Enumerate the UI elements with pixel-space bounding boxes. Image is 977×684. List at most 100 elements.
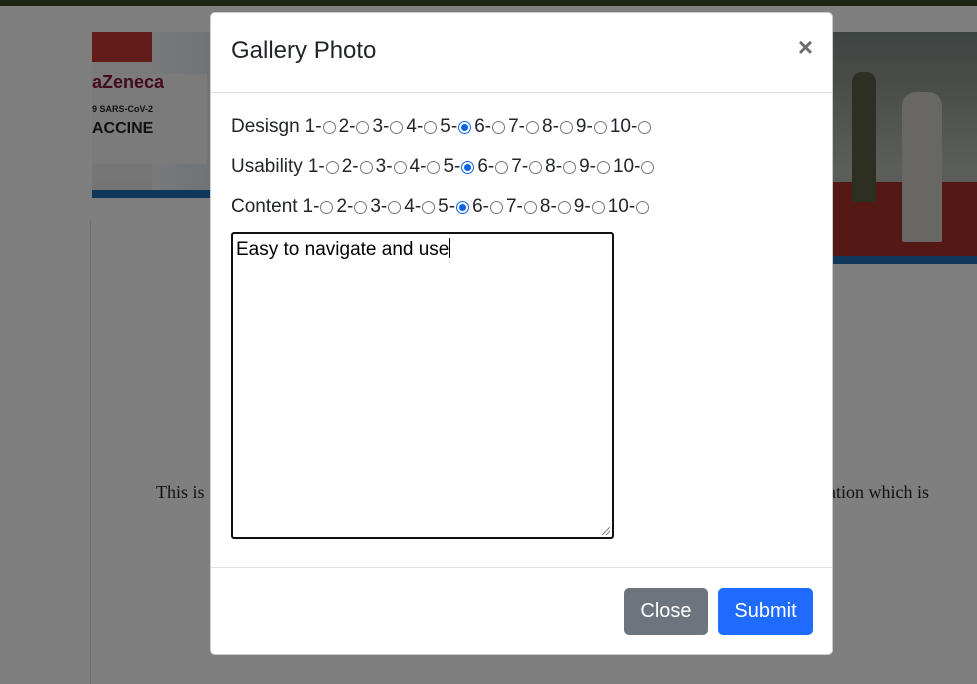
submit-button[interactable]: Submit bbox=[718, 588, 813, 635]
rating-radio[interactable] bbox=[427, 160, 441, 174]
text-caret bbox=[449, 238, 451, 258]
rating-radio[interactable] bbox=[320, 200, 334, 214]
rating-option-label: 2- bbox=[341, 156, 359, 177]
rating-radio[interactable] bbox=[424, 120, 438, 134]
rating-radio[interactable] bbox=[526, 120, 539, 134]
rating-label: Desisgn bbox=[231, 116, 300, 137]
rating-radio[interactable] bbox=[458, 120, 472, 134]
rating-radio[interactable] bbox=[638, 120, 652, 134]
rating-option-label: 1- bbox=[304, 116, 322, 137]
rating-label: Content bbox=[231, 196, 298, 217]
rating-option-label: 1- bbox=[307, 156, 325, 177]
rating-radio[interactable] bbox=[422, 200, 436, 214]
rating-radio[interactable] bbox=[388, 200, 402, 214]
rating-option-label: 3- bbox=[375, 156, 393, 177]
rating-radio[interactable] bbox=[591, 200, 605, 214]
rating-option-label: 5- bbox=[440, 116, 458, 137]
modal-title: Gallery Photo bbox=[231, 37, 377, 64]
rating-radio[interactable] bbox=[529, 160, 543, 174]
rating-option-label: 9- bbox=[579, 156, 596, 177]
rating-option-label: 7- bbox=[505, 196, 523, 217]
rating-option-label: 7- bbox=[511, 156, 529, 177]
rating-option: 8- bbox=[542, 116, 573, 138]
rating-radio[interactable] bbox=[596, 160, 610, 174]
rating-radio[interactable] bbox=[593, 120, 607, 134]
rating-option-label: 8- bbox=[539, 196, 557, 217]
rating-option: 1- bbox=[305, 116, 336, 138]
rating-option: 9- bbox=[574, 196, 605, 218]
rating-option: 8- bbox=[540, 196, 571, 218]
rating-radio[interactable] bbox=[393, 160, 407, 174]
rating-option: 2- bbox=[339, 116, 370, 138]
close-icon[interactable]: × bbox=[798, 33, 813, 61]
comment-text: Easy to navigate and use bbox=[236, 239, 450, 260]
rating-option-label: 4- bbox=[404, 196, 422, 217]
rating-option: 5- bbox=[443, 156, 475, 178]
rating-option-label: 4- bbox=[409, 156, 427, 177]
rating-option-label: 5- bbox=[443, 156, 461, 177]
rating-option-label: 10- bbox=[609, 116, 638, 137]
rating-option: 4- bbox=[410, 156, 441, 178]
rating-radio[interactable] bbox=[523, 200, 537, 214]
rating-option: 1- bbox=[303, 196, 334, 218]
rating-option-label: 8- bbox=[545, 156, 563, 177]
rating-option-label: 10- bbox=[612, 156, 641, 177]
rating-row-design: Desisgn 1- 2- 3- 4- 5- 6- 7- 8- 9- 10- bbox=[231, 116, 654, 138]
rating-radio[interactable] bbox=[495, 160, 509, 174]
modal-footer: Close Submit bbox=[211, 567, 832, 656]
rating-radio[interactable] bbox=[456, 200, 470, 214]
resize-grip-icon[interactable] bbox=[602, 527, 610, 535]
rating-option: 10- bbox=[607, 196, 650, 218]
rating-option-label: 3- bbox=[370, 196, 388, 217]
rating-option: 5- bbox=[440, 116, 472, 138]
rating-option: 7- bbox=[511, 156, 543, 178]
rating-radio[interactable] bbox=[557, 200, 571, 214]
rating-radio[interactable] bbox=[322, 120, 336, 134]
rating-option: 9- bbox=[576, 116, 607, 138]
rating-option-label: 7- bbox=[508, 116, 525, 137]
rating-option-label: 3- bbox=[372, 116, 390, 137]
rating-option: 4- bbox=[404, 196, 436, 218]
close-button[interactable]: Close bbox=[624, 588, 708, 635]
rating-row-usability: Usability 1- 2- 3- 4- 5- 6- 7- 8- 9- 10- bbox=[231, 156, 657, 178]
rating-option-label: 5- bbox=[438, 196, 456, 217]
rating-radio[interactable] bbox=[354, 200, 368, 214]
rating-option: 1- bbox=[308, 156, 339, 178]
rating-radio[interactable] bbox=[641, 160, 655, 174]
rating-option-label: 9- bbox=[573, 196, 591, 217]
rating-option: 6- bbox=[477, 156, 509, 178]
rating-radio[interactable] bbox=[390, 120, 404, 134]
rating-option-label: 2- bbox=[336, 196, 354, 217]
rating-option: 3- bbox=[376, 156, 407, 178]
rating-radio[interactable] bbox=[559, 120, 573, 134]
rating-option: 6- bbox=[474, 116, 506, 138]
rating-option-label: 8- bbox=[542, 116, 559, 137]
rating-option-label: 6- bbox=[472, 196, 489, 217]
rating-radio[interactable] bbox=[636, 200, 650, 214]
rating-option: 4- bbox=[406, 116, 438, 138]
rating-option-label: 6- bbox=[474, 116, 492, 137]
rating-option: 3- bbox=[370, 196, 402, 218]
modal-header: Gallery Photo × bbox=[211, 13, 832, 93]
rating-radio[interactable] bbox=[489, 200, 503, 214]
rating-option-label: 4- bbox=[406, 116, 424, 137]
rating-option-label: 1- bbox=[302, 196, 320, 217]
rating-row-content: Content 1- 2- 3- 4- 5- 6- 7- 8- 9- 10- bbox=[231, 196, 652, 218]
rating-option-label: 2- bbox=[338, 116, 356, 137]
rating-radio[interactable] bbox=[325, 160, 339, 174]
rating-option-label: 10- bbox=[607, 196, 636, 217]
rating-option-label: 6- bbox=[477, 156, 495, 177]
rating-option: 9- bbox=[579, 156, 610, 178]
rating-radio[interactable] bbox=[359, 160, 373, 174]
rating-radio[interactable] bbox=[461, 160, 475, 174]
rating-radio[interactable] bbox=[563, 160, 577, 174]
comment-textarea[interactable]: Easy to navigate and use bbox=[231, 232, 614, 539]
rating-option: 2- bbox=[342, 156, 373, 178]
gallery-photo-modal: Gallery Photo × Desisgn 1- 2- 3- 4- 5- 6- 7- 8- 9… bbox=[210, 12, 833, 655]
rating-radio[interactable] bbox=[492, 120, 506, 134]
rating-option: 10- bbox=[609, 116, 652, 138]
rating-radio[interactable] bbox=[356, 120, 370, 134]
rating-option: 6- bbox=[472, 196, 503, 218]
rating-option: 7- bbox=[508, 116, 539, 138]
rating-option: 10- bbox=[612, 156, 655, 178]
